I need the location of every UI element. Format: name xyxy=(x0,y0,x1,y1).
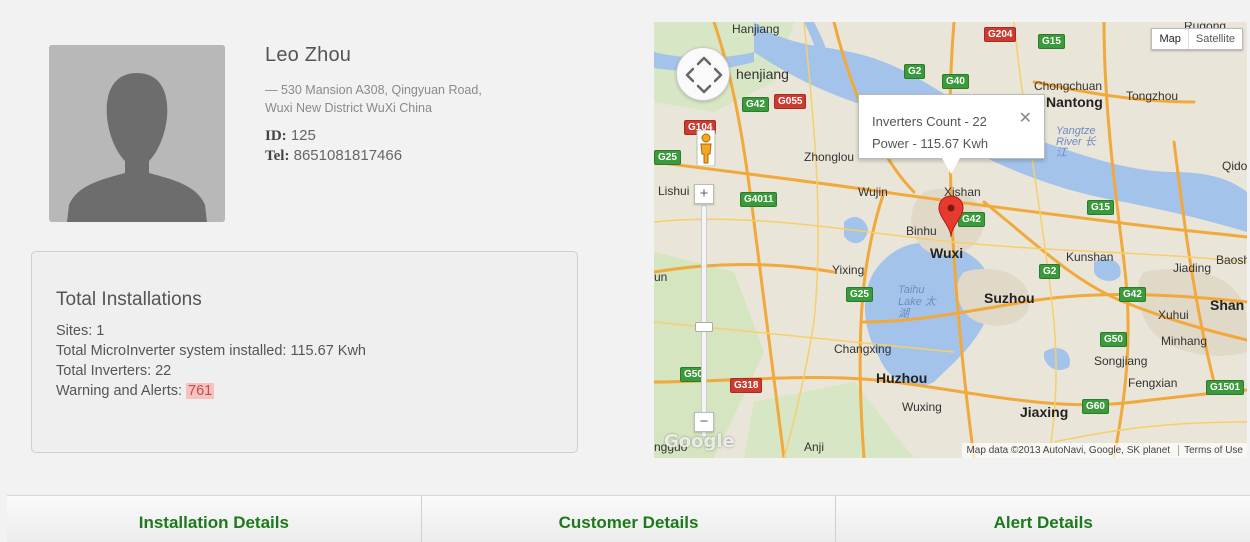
tab-customer-details[interactable]: Customer Details xyxy=(420,496,836,542)
inverters-count: Total Inverters: 22 xyxy=(56,363,172,379)
map-label-henjiang: henjiang xyxy=(736,66,789,82)
shield-g50: G50 xyxy=(1100,332,1127,347)
customer-name: Leo Zhou xyxy=(265,44,352,66)
shield-g25-mid: G25 xyxy=(846,287,873,302)
map-type-control[interactable]: Map Satellite xyxy=(1151,28,1243,50)
pan-up-icon xyxy=(696,56,712,66)
shield-g2-suzhou: G2 xyxy=(1039,264,1061,279)
customer-id: ID: 125 xyxy=(265,127,316,144)
shield-g42-east: G42 xyxy=(1119,287,1146,302)
map-label-yangtze: Yangtze River 长江 xyxy=(1056,125,1096,159)
warnings-count-badge[interactable]: 761 xyxy=(186,383,215,399)
customer-id-value: 125 xyxy=(290,127,316,144)
customer-avatar xyxy=(49,45,225,222)
zoom-slider-track[interactable] xyxy=(701,205,707,437)
tab-alert-details[interactable]: Alert Details xyxy=(835,496,1250,542)
map-attribution: Map data ©2013 AutoNavi, Google, SK plan… xyxy=(962,443,1247,458)
map-label-minhang: Minhang xyxy=(1161,334,1208,348)
shield-g25-left: G25 xyxy=(654,150,681,165)
installations-title: Total Installations xyxy=(56,289,202,310)
map-label-tongzhou: Tongzhou xyxy=(1126,89,1179,103)
customer-tel: Tel: 8651081817466 xyxy=(265,147,403,164)
tab-installation-details[interactable]: Installation Details xyxy=(7,496,421,542)
customer-profile: Leo Zhou — 530 Mansion A308, Qingyuan Ro… xyxy=(265,44,505,165)
map-label-xuhui: Xuhui xyxy=(1158,308,1189,322)
warnings-line: Warning and Alerts: 761 xyxy=(56,381,577,401)
map-label-baosha: Baosha xyxy=(1216,253,1247,267)
map-label-jiading: Jiading xyxy=(1173,261,1212,275)
shield-g15-top: G15 xyxy=(1038,34,1065,49)
map-label-un: un xyxy=(654,270,668,284)
map-label-huzhou: Huzhou xyxy=(876,370,928,386)
map-label-qidong: Qidor xyxy=(1222,159,1247,173)
map-type-map-button[interactable]: Map xyxy=(1152,29,1187,49)
map-label-binhu: Binhu xyxy=(906,224,937,238)
map-label-zhonglou: Zhonglou xyxy=(804,150,855,164)
shield-g40: G40 xyxy=(942,74,969,89)
pan-down-icon xyxy=(696,84,712,94)
map-label-suzhou: Suzhou xyxy=(984,290,1035,306)
shield-g318: G318 xyxy=(730,378,763,393)
map-label-fengxian: Fengxian xyxy=(1128,376,1178,390)
map-label-nantong: Nantong xyxy=(1046,94,1103,110)
map-label-shanghai: Shan xyxy=(1210,297,1245,313)
customer-address: — 530 Mansion A308, Qingyuan Road, Wuxi … xyxy=(265,83,482,115)
map-label-anji: Anji xyxy=(804,440,825,454)
google-logo: Google xyxy=(664,431,735,452)
shield-g60: G60 xyxy=(1082,399,1109,414)
street-view-pegman-icon[interactable] xyxy=(696,129,716,167)
system-installed: Total MicroInverter system installed: 11… xyxy=(56,343,367,359)
customer-id-label: ID xyxy=(265,128,282,144)
location-marker-icon[interactable] xyxy=(938,195,964,239)
shield-g15-mid: G15 xyxy=(1087,200,1114,215)
map-label-wujin: Wujin xyxy=(858,185,888,199)
info-power: Power - 115.67 Kwh xyxy=(872,136,989,151)
shield-g1501: G1501 xyxy=(1206,380,1245,395)
map-type-satellite-button[interactable]: Satellite xyxy=(1187,29,1242,49)
zoom-slider-handle[interactable] xyxy=(695,322,713,332)
map-label-songjiang: Songjiang xyxy=(1094,354,1148,368)
map-info-window: Inverters Count - 22 Power - 115.67 Kwh … xyxy=(858,94,1045,174)
map-label-yixing: Yixing xyxy=(832,263,865,277)
map-label-kunshan: Kunshan xyxy=(1066,250,1114,264)
map-label-jiaxing: Jiaxing xyxy=(1020,404,1069,420)
map-label-changxing: Changxing xyxy=(834,342,892,356)
detail-tabs: Installation Details Customer Details Al… xyxy=(7,495,1250,542)
shield-g2: G2 xyxy=(904,64,926,79)
map[interactable]: Hanjiang henjiang Rugong Chongchuan Nant… xyxy=(654,22,1247,458)
shield-g204: G204 xyxy=(984,27,1017,42)
sites-count: Sites: 1 xyxy=(56,323,105,339)
shield-g42-left: G42 xyxy=(742,97,769,112)
shield-g4011: G4011 xyxy=(740,192,778,207)
map-label-wuxi: Wuxi xyxy=(930,245,964,261)
pan-left-icon xyxy=(685,67,695,83)
shield-g055: G055 xyxy=(774,94,807,109)
zoom-in-button[interactable]: + xyxy=(694,184,714,204)
customer-tel-value: 8651081817466 xyxy=(293,147,403,164)
warnings-label: Warning and Alerts: xyxy=(56,383,187,399)
map-label-wuxing: Wuxing xyxy=(902,400,942,414)
zoom-out-button[interactable]: − xyxy=(694,412,714,432)
map-attribution-text: Map data ©2013 AutoNavi, Google, SK plan… xyxy=(966,445,1171,456)
installations-panel: Total Installations Sites: 1 Total Micro… xyxy=(31,251,578,453)
map-label-lishui: Lishui xyxy=(658,184,690,198)
customer-tel-label: Tel xyxy=(265,148,285,164)
terms-of-use-link[interactable]: Terms of Use xyxy=(1178,445,1243,456)
info-close-icon[interactable]: ✕ xyxy=(1019,108,1032,128)
map-label-taihu: Taihu Lake 太湖 xyxy=(898,284,936,320)
map-pan-control[interactable] xyxy=(676,47,730,101)
pan-right-icon xyxy=(713,67,723,83)
map-label-hanjiang: Hanjiang xyxy=(732,22,780,36)
map-label-chongchuan: Chongchuan xyxy=(1034,79,1103,93)
